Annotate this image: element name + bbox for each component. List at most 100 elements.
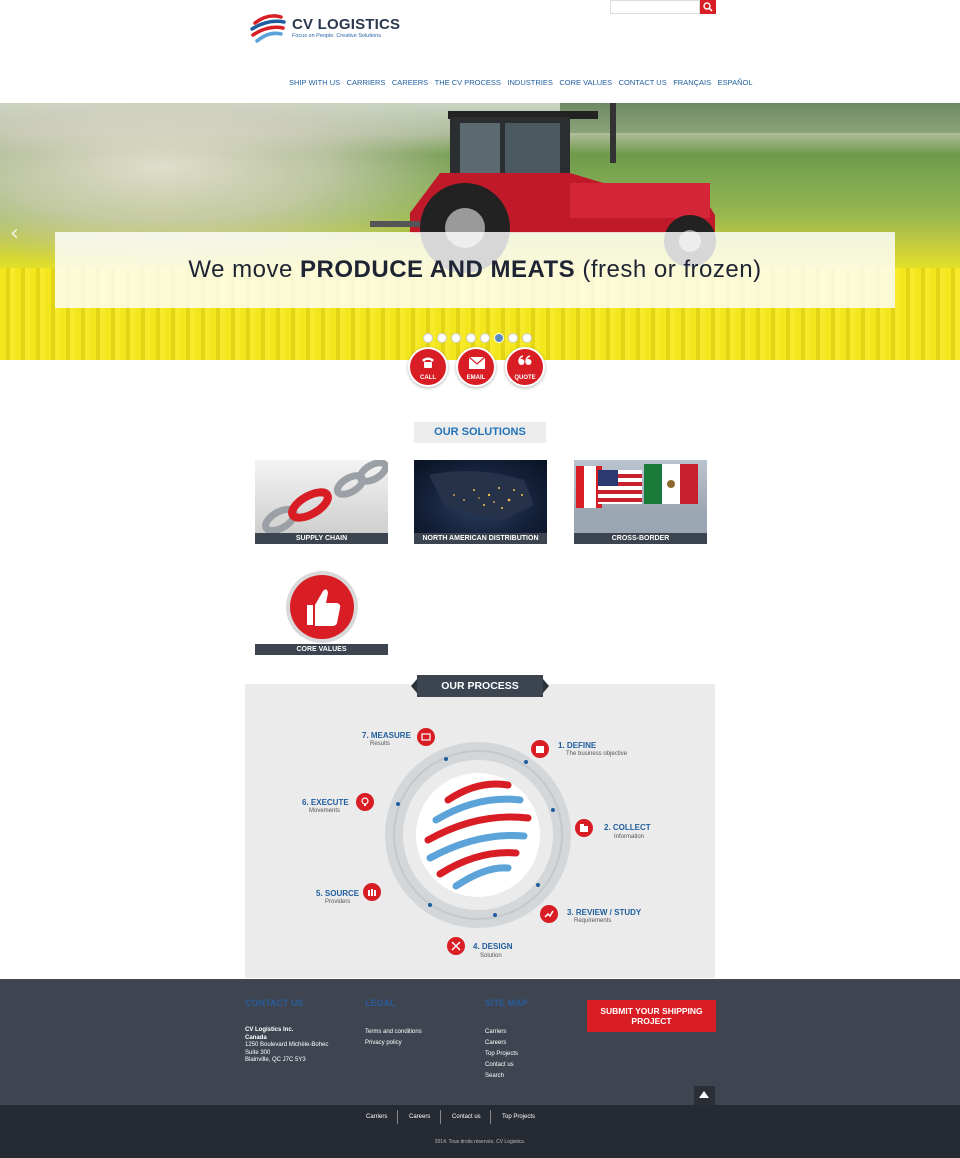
footer-country: Canada [245, 1034, 267, 1041]
north-american-distribution-label: NORTH AMERICAN DISTRIBUTION [414, 533, 547, 544]
flags-icon [574, 464, 707, 533]
footer-link-privacy[interactable]: Privacy policy [365, 1040, 402, 1046]
process-title: OUR PROCESS [411, 675, 549, 697]
cross-border-label: CROSS-BORDER [574, 533, 707, 544]
supply-chain-image [255, 460, 388, 533]
quote-icon [518, 355, 532, 365]
solution-supply-chain[interactable]: SUPPLY CHAIN [255, 460, 388, 545]
chain-link-icon [262, 460, 388, 533]
step-title: 1. DEFINE [558, 741, 597, 750]
footer-link-terms[interactable]: Terms and conditions [365, 1029, 422, 1035]
slider-dot[interactable] [522, 333, 533, 343]
solution-cross-border[interactable]: CROSS-BORDER [574, 460, 707, 545]
bottom-link-divider [490, 1110, 491, 1124]
footer-link-search[interactable]: Search [485, 1073, 504, 1079]
design-tools-icon [447, 937, 465, 955]
execute-lightbulb-icon [356, 793, 374, 811]
review-chart-icon [540, 905, 558, 923]
search-box [610, 0, 716, 14]
nav-francais[interactable]: FRANÇAIS [673, 78, 711, 90]
slider-dot[interactable] [423, 333, 433, 343]
core-values-label: CORE VALUES [255, 644, 388, 655]
search-button[interactable] [700, 0, 716, 14]
search-input[interactable] [610, 0, 700, 14]
slider-dot[interactable] [479, 333, 490, 343]
main-nav: SHIP WITH US CARRIERS CAREERS THE CV PRO… [289, 78, 753, 90]
nav-contact-us[interactable]: CONTACT US [619, 78, 667, 90]
measure-icon [417, 728, 435, 746]
footer-link-contact[interactable]: Contact us [485, 1062, 514, 1068]
site-footer [0, 979, 960, 1105]
logo-globe-icon [250, 11, 286, 45]
step-subtitle: The business objective [566, 751, 628, 757]
slider-dot-active[interactable] [493, 333, 504, 343]
slider-dot[interactable] [437, 333, 448, 343]
footer-address-line: Suite 300 [245, 1049, 271, 1056]
hero-slider: ‹ We move PRODUCE AND MEATS (fresh or fr… [0, 103, 960, 360]
footer-legal-title: LEGAL [365, 998, 396, 1008]
hero-caption-text: We move PRODUCE AND MEATS (fresh or froz… [55, 256, 895, 284]
nav-core-values[interactable]: CORE VALUES [559, 78, 612, 90]
nav-carriers[interactable]: CARRIERS [347, 78, 386, 90]
footer-link-careers[interactable]: Careers [485, 1040, 506, 1046]
nav-cv-process[interactable]: THE CV PROCESS [435, 78, 501, 90]
slider-dot[interactable] [465, 333, 476, 343]
solution-north-american-distribution[interactable]: NORTH AMERICAN DISTRIBUTION [414, 460, 547, 545]
footer-contact-title: CONTACT US [245, 998, 304, 1008]
call-label: CALL [420, 375, 436, 381]
step-subtitle: Information [614, 834, 645, 840]
bottom-link-contact[interactable]: Contact us [452, 1114, 481, 1120]
footer-address-line: Blainville, QC J7C 5Y3 [245, 1057, 306, 1063]
step-title: 3. REVIEW / STUDY [567, 908, 642, 917]
call-button[interactable]: CALL [408, 347, 448, 387]
bottom-link-careers[interactable]: Careers [409, 1114, 430, 1120]
north-america-map-image [414, 460, 547, 533]
quote-button[interactable]: QUOTE [505, 347, 545, 387]
define-icon [531, 740, 549, 758]
quote-label: QUOTE [514, 375, 536, 381]
slider-dots [423, 333, 537, 343]
step-subtitle: Solution [480, 953, 502, 959]
site-logo[interactable]: CV LOGISTICS Focus on People. Creative S… [249, 9, 400, 49]
email-icon [468, 356, 486, 369]
footer-sitemap-title: SITE MAP [485, 998, 528, 1008]
bottom-link-top-projects[interactable]: Top Projects [502, 1114, 535, 1120]
step-title: 4. DESIGN [473, 942, 513, 951]
footer-bottom-bar [0, 1105, 960, 1158]
core-values-image [255, 571, 388, 644]
nav-espanol[interactable]: ESPAÑOL [718, 78, 753, 90]
flags-image [574, 460, 707, 533]
step-subtitle: Requirements [574, 918, 612, 924]
footer-address: CV Logistics Inc. Canada 1250 Boulevard … [245, 1027, 328, 1065]
step-title: 5. SOURCE [316, 889, 360, 898]
step-subtitle: Movements [309, 808, 341, 814]
map-lights-icon [429, 471, 534, 520]
search-icon [703, 2, 713, 12]
slider-prev-arrow-icon[interactable]: ‹ [10, 221, 19, 246]
submit-shipping-project-button[interactable]: SUBMIT YOUR SHIPPING PROJECT [587, 1000, 716, 1032]
nav-industries[interactable]: INDUSTRIES [507, 78, 552, 90]
back-to-top-arrow-icon[interactable] [694, 1086, 715, 1105]
thumbs-up-icon [286, 571, 358, 643]
solutions-title: OUR SOLUTIONS [414, 422, 546, 443]
slider-dot[interactable] [508, 333, 519, 343]
slider-dot[interactable] [451, 333, 462, 343]
email-label: EMAIL [466, 375, 486, 381]
footer-link-carriers[interactable]: Carriers [485, 1029, 506, 1035]
phone-icon [422, 357, 434, 368]
footer-company: CV Logistics Inc. [245, 1027, 294, 1033]
source-people-icon [363, 883, 381, 901]
footer-link-top-projects[interactable]: Top Projects [485, 1051, 518, 1057]
solution-core-values[interactable]: CORE VALUES [255, 571, 388, 656]
hero-caption: We move PRODUCE AND MEATS (fresh or froz… [55, 232, 895, 308]
nav-ship-with-us[interactable]: SHIP WITH US [289, 78, 340, 90]
email-button[interactable]: EMAIL [456, 347, 496, 387]
nav-careers[interactable]: CAREERS [392, 78, 428, 90]
logo-tagline: Focus on People. Creative Solutions [292, 33, 381, 39]
hero-caption-bold: PRODUCE AND MEATS [300, 256, 576, 283]
step-subtitle: Providers [325, 899, 351, 905]
step-title: 6. EXECUTE [302, 798, 349, 807]
bottom-link-divider [397, 1110, 398, 1124]
logo-name: CV LOGISTICS [292, 16, 401, 33]
bottom-link-carriers[interactable]: Carriers [366, 1114, 387, 1120]
